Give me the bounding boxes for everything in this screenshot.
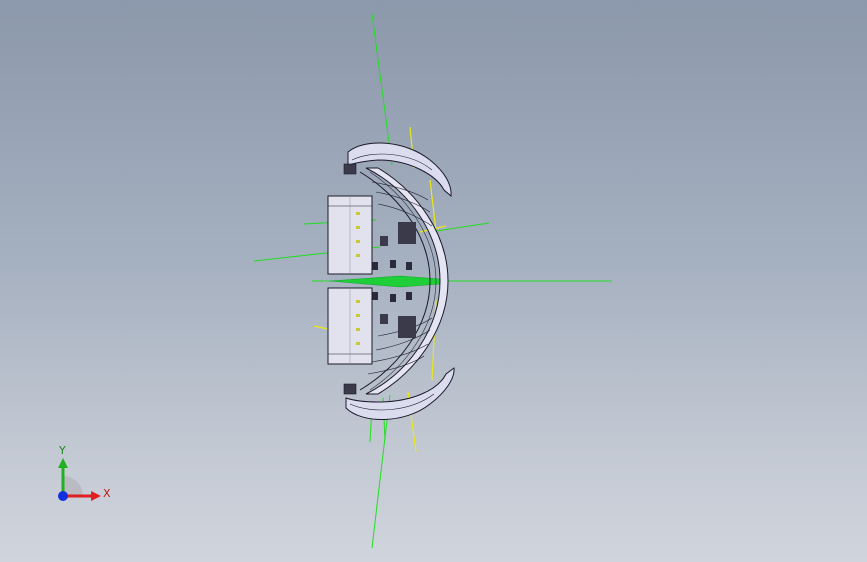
x-axis-arrowhead — [91, 491, 101, 501]
x-axis-label: X — [103, 487, 111, 500]
y-axis-arrowhead — [58, 458, 68, 468]
vertical-axis-line — [371, 13, 393, 166]
lower-box-part[interactable] — [327, 287, 373, 365]
centerline-feature — [329, 275, 441, 288]
z-axis-dot — [58, 491, 68, 501]
orientation-triad[interactable]: Y X — [40, 440, 120, 520]
y-axis-label: Y — [58, 444, 66, 457]
3d-viewport[interactable] — [0, 0, 867, 562]
upper-box-part[interactable] — [327, 195, 373, 275]
